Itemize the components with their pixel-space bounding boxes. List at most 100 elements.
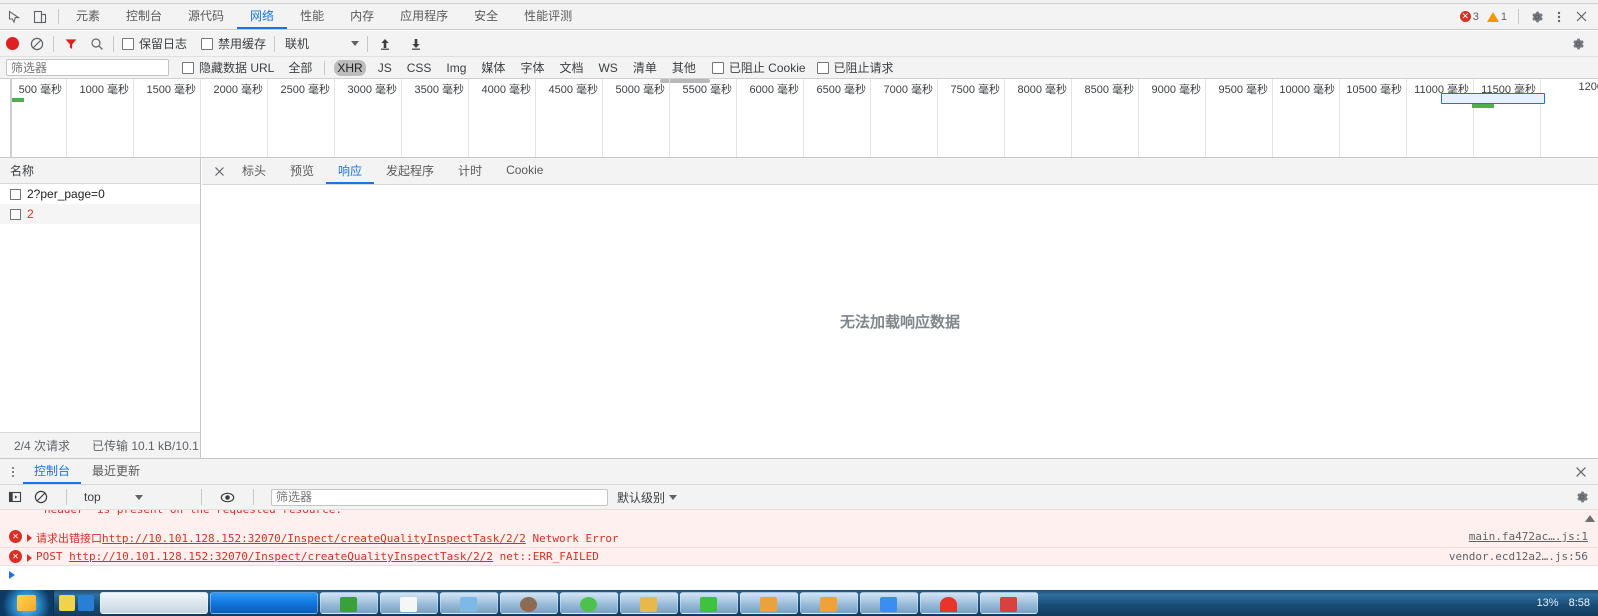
console-log-levels-dropdown[interactable]: 默认级别 bbox=[617, 489, 678, 506]
tab-console[interactable]: 控制台 bbox=[113, 4, 175, 29]
gear-icon[interactable] bbox=[1568, 34, 1588, 54]
tab-label: 性能 bbox=[300, 9, 325, 23]
device-toolbar-icon[interactable] bbox=[31, 8, 48, 25]
taskbar-item[interactable] bbox=[500, 592, 558, 614]
start-button[interactable] bbox=[0, 590, 54, 616]
preserve-log-checkbox[interactable]: 保留日志 bbox=[122, 35, 187, 52]
taskbar-item[interactable] bbox=[800, 592, 858, 614]
tab-elements[interactable]: 元素 bbox=[63, 4, 113, 29]
disable-cache-checkbox[interactable]: 禁用缓存 bbox=[201, 35, 266, 52]
taskbar-item[interactable] bbox=[680, 592, 738, 614]
live-expression-icon[interactable] bbox=[219, 489, 236, 506]
tab-headers[interactable]: 标头 bbox=[230, 158, 278, 184]
tab-performance[interactable]: 性能 bbox=[287, 4, 337, 29]
type-filter-media[interactable]: 媒体 bbox=[478, 58, 508, 77]
type-filter-ws[interactable]: WS bbox=[595, 60, 620, 76]
disable-cache-label: 禁用缓存 bbox=[218, 37, 267, 51]
taskbar-item[interactable] bbox=[380, 592, 438, 614]
type-filter-font[interactable]: 字体 bbox=[517, 58, 547, 77]
close-icon[interactable] bbox=[1571, 462, 1591, 482]
type-filter-all[interactable]: 全部 bbox=[285, 58, 315, 77]
tab-application[interactable]: 应用程序 bbox=[387, 4, 461, 29]
type-filter-img[interactable]: Img bbox=[443, 60, 469, 76]
taskbar-window[interactable] bbox=[100, 592, 208, 614]
request-row[interactable]: 2?per_page=0 bbox=[0, 184, 200, 204]
taskbar-item[interactable] bbox=[320, 592, 378, 614]
drawer-tab-whats-new[interactable]: 最近更新 bbox=[81, 459, 151, 484]
network-filter-input[interactable] bbox=[6, 59, 169, 76]
timeline-tick-label: 5000 毫秒 bbox=[615, 84, 665, 96]
request-row[interactable]: 2 bbox=[0, 204, 200, 224]
filter-funnel-icon[interactable] bbox=[62, 35, 79, 52]
clear-icon[interactable] bbox=[28, 35, 45, 52]
type-filter-manifest[interactable]: 清单 bbox=[630, 58, 660, 77]
tab-label: 计时 bbox=[458, 163, 483, 178]
request-row-checkbox[interactable] bbox=[10, 188, 21, 200]
tab-timing[interactable]: 计时 bbox=[446, 158, 494, 184]
overview-window-handle-left[interactable] bbox=[10, 79, 12, 157]
type-filter-css[interactable]: CSS bbox=[404, 60, 435, 76]
gear-icon[interactable] bbox=[1527, 7, 1547, 27]
filter-divider bbox=[324, 60, 326, 75]
console-messages[interactable]: header' is present on the requested reso… bbox=[0, 510, 1598, 590]
clear-console-icon[interactable] bbox=[32, 489, 49, 506]
console-filter-input[interactable] bbox=[271, 488, 608, 506]
scroll-up-arrow-icon[interactable] bbox=[1583, 512, 1596, 525]
taskbar-item[interactable] bbox=[620, 592, 678, 614]
console-sidebar-icon[interactable] bbox=[6, 489, 23, 506]
console-message-source-link[interactable]: main.fa472ac….js:1 bbox=[1469, 529, 1598, 543]
console-message-error[interactable]: ✕ 请求出错接口http://10.101.128.152:32070/Inspe… bbox=[0, 528, 1598, 548]
gear-icon[interactable] bbox=[1572, 487, 1592, 507]
more-vertical-icon[interactable] bbox=[1549, 7, 1569, 27]
record-button[interactable] bbox=[6, 37, 19, 50]
network-timeline-overview[interactable]: 500 毫秒 1000 毫秒 1500 毫秒 2000 毫秒 2500 毫秒 3000 毫… bbox=[0, 79, 1598, 158]
quick-launch-icon[interactable] bbox=[59, 595, 75, 611]
console-prompt[interactable] bbox=[0, 566, 1598, 584]
expand-triangle-icon[interactable] bbox=[27, 534, 32, 542]
type-filter-doc[interactable]: 文档 bbox=[556, 58, 586, 77]
more-vertical-icon[interactable] bbox=[3, 459, 23, 484]
tab-response[interactable]: 响应 bbox=[326, 158, 375, 184]
type-filter-xhr[interactable]: XHR bbox=[334, 59, 366, 76]
console-message-source-link[interactable]: vendor.ecd12a2….js:56 bbox=[1449, 549, 1598, 563]
tab-initiator[interactable]: 发起程序 bbox=[374, 158, 446, 184]
tab-memory[interactable]: 内存 bbox=[337, 4, 387, 29]
type-filter-other[interactable]: 其他 bbox=[669, 58, 699, 77]
tab-lighthouse[interactable]: 性能评测 bbox=[511, 4, 585, 29]
taskbar-item[interactable] bbox=[440, 592, 498, 614]
taskbar-item[interactable] bbox=[920, 592, 978, 614]
tab-security[interactable]: 安全 bbox=[461, 4, 511, 29]
blocked-cookies-checkbox[interactable]: 已阻止 Cookie bbox=[711, 59, 806, 76]
type-filter-js[interactable]: JS bbox=[375, 60, 395, 76]
import-har-icon[interactable] bbox=[376, 35, 393, 52]
tab-network[interactable]: 网络 bbox=[237, 4, 288, 29]
tab-cookies[interactable]: Cookie bbox=[494, 158, 555, 184]
drawer-tab-console[interactable]: 控制台 bbox=[23, 459, 82, 484]
request-row-checkbox[interactable] bbox=[10, 208, 21, 220]
error-count-badge[interactable]: ✕ 3 bbox=[1457, 11, 1482, 23]
console-message-link[interactable]: http://10.101.128.152:32070/Inspect/crea… bbox=[69, 550, 493, 563]
console-message-link[interactable]: http://10.101.128.152:32070/Inspect/crea… bbox=[102, 532, 526, 545]
request-list-header[interactable]: 名称 bbox=[0, 158, 200, 184]
export-har-icon[interactable] bbox=[407, 35, 424, 52]
blocked-requests-checkbox[interactable]: 已阻止请求 bbox=[816, 59, 894, 76]
warning-count-badge[interactable]: 1 bbox=[1484, 11, 1510, 23]
console-message-error[interactable]: ✕ POST http://10.101.128.152:32070/Inspec… bbox=[0, 548, 1598, 566]
tab-sources[interactable]: 源代码 bbox=[175, 4, 237, 29]
request-list-body[interactable]: 2?per_page=0 2 bbox=[0, 184, 200, 432]
taskbar-item[interactable] bbox=[740, 592, 798, 614]
throttling-dropdown[interactable]: 联机 bbox=[283, 35, 360, 52]
inspect-element-icon[interactable] bbox=[6, 8, 23, 25]
close-icon[interactable] bbox=[1571, 7, 1591, 27]
taskbar-window-active[interactable] bbox=[210, 592, 318, 614]
close-icon[interactable] bbox=[208, 158, 230, 184]
taskbar-item[interactable] bbox=[860, 592, 918, 614]
console-context-selector[interactable]: top bbox=[84, 490, 184, 504]
hide-data-urls-checkbox[interactable]: 隐藏数据 URL bbox=[182, 59, 274, 76]
quick-launch-icon[interactable] bbox=[78, 595, 94, 611]
search-icon[interactable] bbox=[88, 35, 105, 52]
expand-triangle-icon[interactable] bbox=[27, 554, 32, 562]
tab-preview[interactable]: 预览 bbox=[278, 158, 326, 184]
taskbar-item[interactable] bbox=[560, 592, 618, 614]
taskbar-item[interactable] bbox=[980, 592, 1038, 614]
